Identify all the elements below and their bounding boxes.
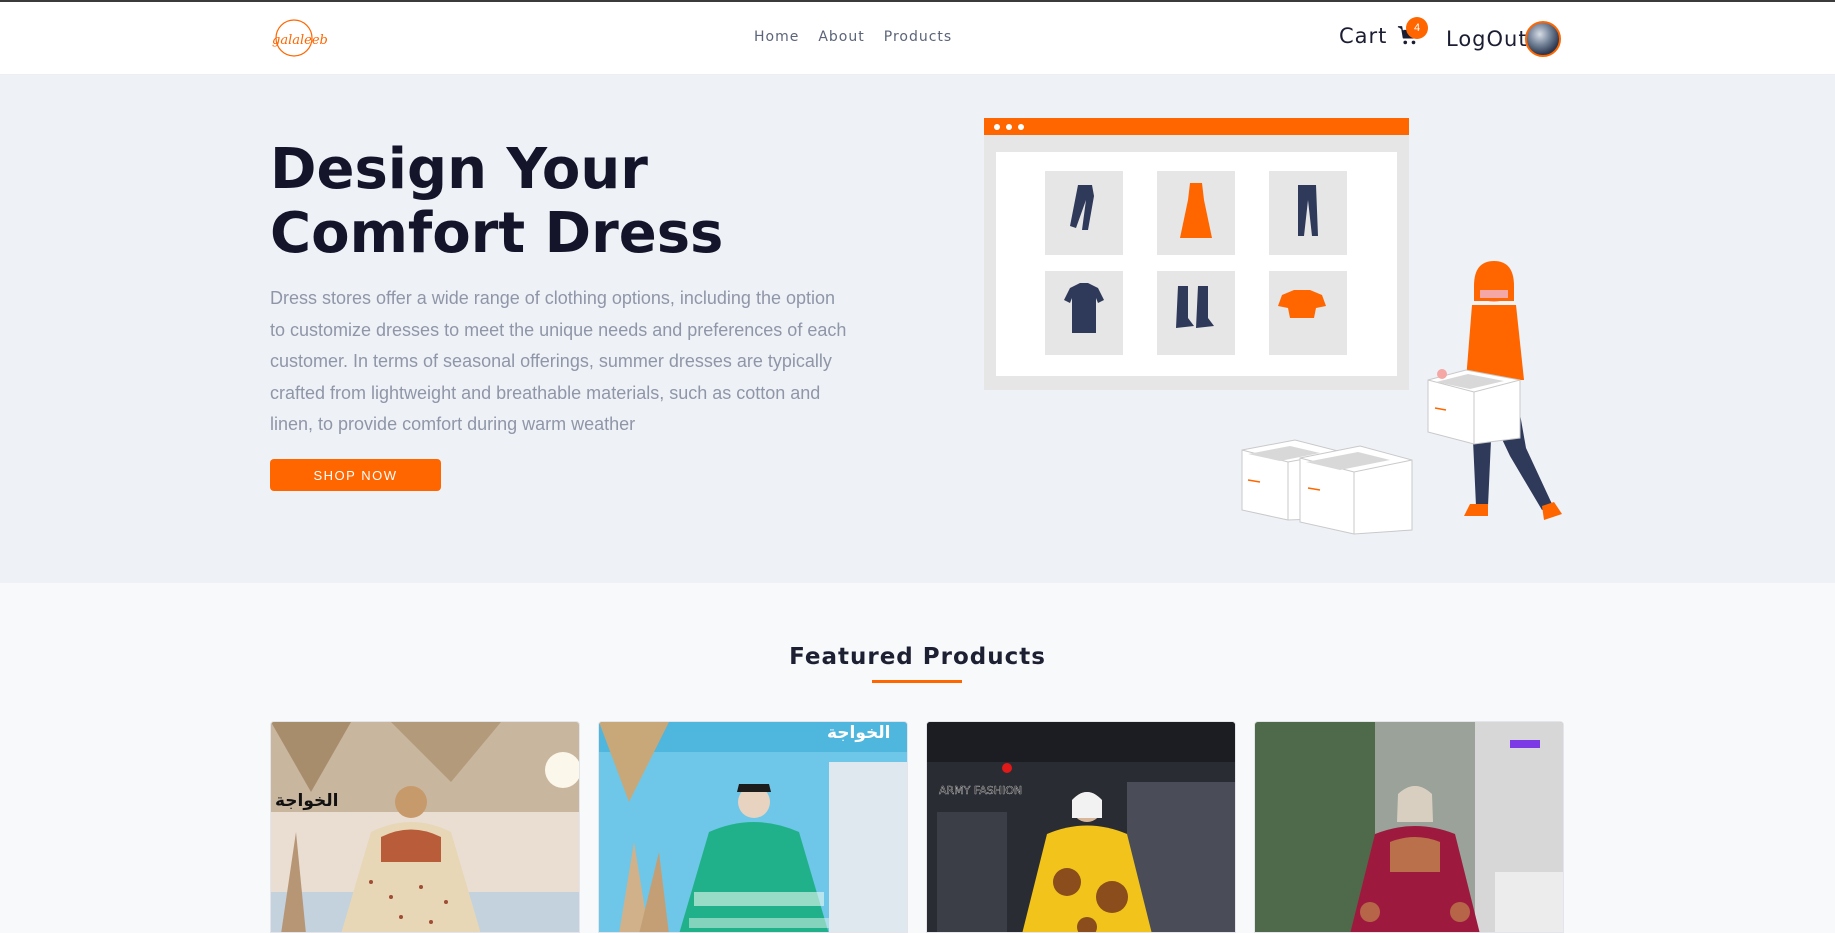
- cart-button[interactable]: Cart 4: [1339, 17, 1428, 48]
- product-grid: الخواجة الخواجة ARMY FASHION: [270, 721, 1564, 933]
- navbar: galaleeb Home About Products Cart 4 LogO…: [0, 2, 1835, 75]
- nav-link-products[interactable]: Products: [884, 29, 952, 45]
- featured-products-title: Featured Products: [789, 644, 1046, 670]
- nav-link-about[interactable]: About: [818, 29, 864, 45]
- product-image: [1255, 722, 1563, 932]
- product-image: الخواجة: [599, 722, 907, 932]
- hero-section: Design Your Comfort Dress Dress stores o…: [0, 75, 1835, 583]
- hero-title-line2: Comfort Dress: [270, 201, 724, 266]
- svg-text:galaleeb: galaleeb: [272, 33, 328, 48]
- product-card[interactable]: [1254, 721, 1564, 933]
- main-nav: Home About Products: [754, 29, 952, 45]
- hero-title: Design Your Comfort Dress: [270, 138, 790, 266]
- shop-now-button[interactable]: SHOP NOW: [270, 459, 441, 491]
- product-image: ARMY FASHION: [927, 722, 1235, 932]
- logout-button[interactable]: LogOut: [1446, 27, 1528, 51]
- product-card[interactable]: الخواجة: [598, 721, 908, 933]
- cart-label: Cart: [1339, 24, 1388, 48]
- product-image: الخواجة: [271, 722, 579, 932]
- product-card[interactable]: الخواجة: [270, 721, 580, 933]
- site-logo[interactable]: galaleeb: [268, 16, 330, 60]
- product-watermark: الخواجة: [827, 723, 891, 743]
- hero-title-line1: Design Your: [270, 137, 648, 202]
- nav-link-home[interactable]: Home: [754, 29, 799, 45]
- featured-title-underline: [872, 680, 962, 683]
- hero-illustration: [984, 118, 1562, 535]
- hero-description: Dress stores offer a wide range of cloth…: [270, 288, 847, 434]
- cart-count-badge: 4: [1406, 17, 1428, 39]
- user-avatar[interactable]: [1525, 21, 1561, 57]
- product-watermark: ARMY FASHION: [939, 784, 1022, 797]
- product-watermark: الخواجة: [275, 791, 339, 811]
- product-card[interactable]: ARMY FASHION: [926, 721, 1236, 933]
